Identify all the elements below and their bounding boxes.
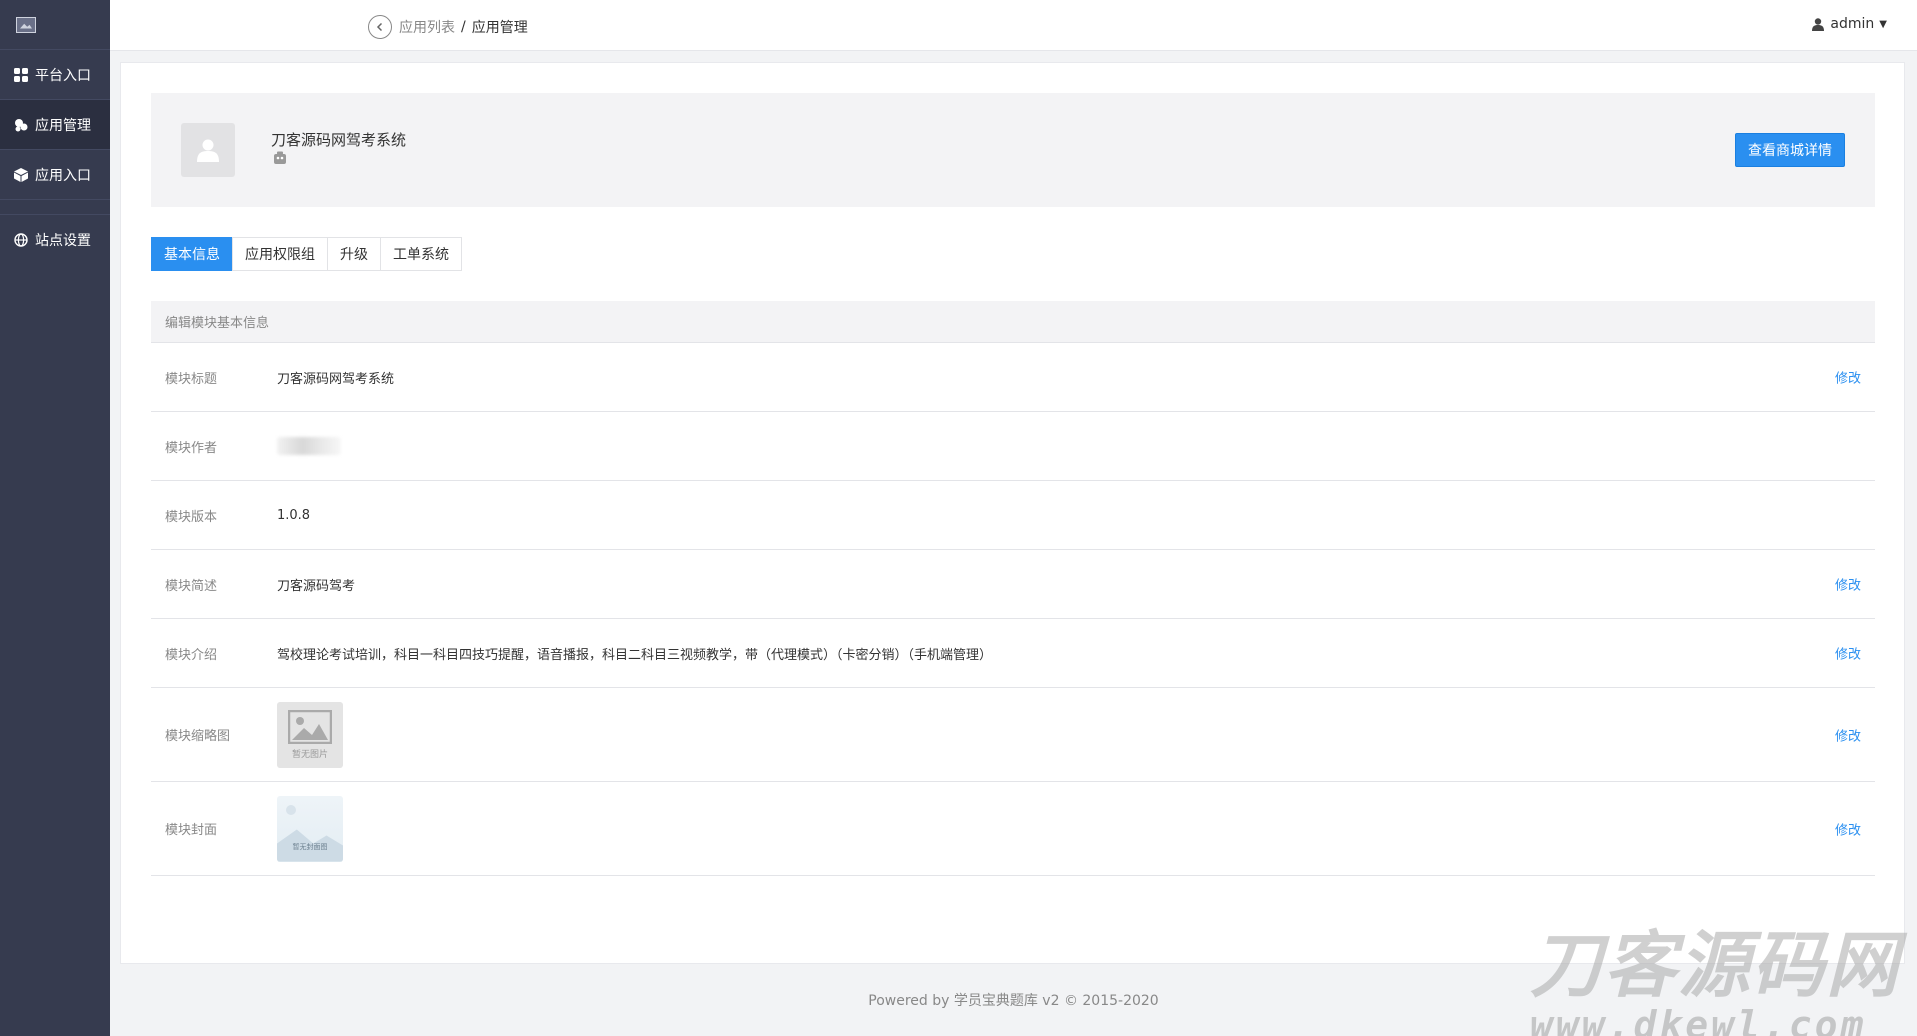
user-menu[interactable]: admin ▼ [1812, 16, 1887, 32]
page-scrollbar[interactable] [1905, 51, 1917, 1036]
edit-cover-link[interactable]: 修改 [1835, 819, 1861, 838]
row-value: 暂无封面图 [277, 795, 343, 862]
chevron-left-circle-icon[interactable] [368, 15, 392, 39]
table-row: 模块缩略图 暂无图片 修改 [151, 688, 1875, 782]
row-label: 模块简述 [165, 578, 218, 594]
user-placeholder-icon [197, 139, 219, 162]
app-name: 刀客源码网驾考系统 [271, 131, 407, 149]
edit-thumbnail-link[interactable]: 修改 [1835, 725, 1861, 744]
app-avatar [181, 123, 235, 177]
table-row: 模块简述 刀客源码驾考 修改 [151, 550, 1875, 619]
row-value: 1.0.8 [277, 507, 311, 523]
row-value: 暂无图片 [277, 701, 343, 768]
sidebar: 平台入口 应用管理 应用入口 站点设置 [0, 0, 110, 1036]
sidebar-divider [0, 200, 110, 215]
module-info-table: 编辑模块基本信息 模块标题 刀客源码网驾考系统 修改 模块作者 模块版本 1.0… [151, 301, 1875, 876]
breadcrumb-current: 应用管理 [471, 20, 528, 36]
tab-ticket-system[interactable]: 工单系统 [380, 237, 462, 271]
thumbnail-text: 暂无图片 [291, 749, 328, 760]
row-label: 模块封面 [165, 823, 218, 838]
tab-upgrade[interactable]: 升级 [327, 237, 381, 271]
tab-basic-info[interactable]: 基本信息 [151, 237, 233, 271]
cubes-icon [13, 117, 29, 133]
app-type-icon [273, 151, 287, 169]
redacted-author [277, 437, 341, 455]
edit-title-link[interactable]: 修改 [1835, 368, 1861, 387]
sidebar-item-label: 平台入口 [35, 67, 91, 84]
table-row: 模块版本 1.0.8 [151, 481, 1875, 550]
row-label: 模块版本 [165, 509, 218, 525]
cover-placeholder: 暂无封面图 [277, 795, 343, 862]
sidebar-item-label: 站点设置 [35, 233, 91, 249]
grid-icon [13, 67, 29, 83]
edit-intro-link[interactable]: 修改 [1835, 644, 1861, 663]
cover-text: 暂无封面图 [292, 842, 328, 851]
globe-icon [13, 232, 29, 248]
thumbnail-placeholder: 暂无图片 [277, 701, 343, 768]
caret-down-icon: ▼ [1879, 18, 1887, 30]
breadcrumb: 应用列表 / 应用管理 [368, 15, 528, 39]
row-value: 驾校理论考试培训，科目一科目四技巧提醒，语音播报，科目二科目三视频教学，带（代理… [277, 647, 993, 663]
row-label: 模块标题 [165, 371, 218, 387]
cube-icon [13, 167, 29, 183]
sidebar-item-app-manage[interactable]: 应用管理 [0, 100, 110, 150]
edit-summary-link[interactable]: 修改 [1835, 575, 1861, 594]
row-label: 模块缩略图 [165, 729, 231, 744]
table-row: 模块标题 刀客源码网驾考系统 修改 [151, 343, 1875, 412]
app-header: 刀客源码网驾考系统 查看商城详情 [151, 93, 1875, 207]
image-icon [16, 16, 36, 33]
user-icon [1812, 17, 1825, 31]
footer: Powered by 学员宝典题库 v2 © 2015-2020 [868, 993, 1159, 1009]
user-name: admin [1830, 16, 1875, 32]
tab-bar: 基本信息 应用权限组 升级 工单系统 [151, 237, 462, 271]
sidebar-item-label: 应用入口 [35, 167, 91, 184]
breadcrumb-app-list[interactable]: 应用列表 [399, 17, 455, 37]
sidebar-item-app-entry[interactable]: 应用入口 [0, 150, 110, 200]
table-row: 模块介绍 驾校理论考试培训，科目一科目四技巧提醒，语音播报，科目二科目三视频教学… [151, 619, 1875, 688]
row-value: 刀客源码驾考 [277, 578, 356, 594]
tab-permission-groups[interactable]: 应用权限组 [232, 237, 328, 271]
table-header: 编辑模块基本信息 [151, 301, 1875, 343]
row-label: 模块作者 [165, 440, 218, 456]
sun-shape [286, 804, 296, 815]
table-row: 模块封面 暂无封面图 修改 [151, 782, 1875, 876]
main-panel: 刀客源码网驾考系统 查看商城详情 基本信息 应用权限组 升级 工单系统 编辑模块… [120, 62, 1905, 964]
topbar: 应用列表 / 应用管理 admin ▼ [110, 0, 1917, 51]
row-label: 模块介绍 [165, 647, 218, 663]
breadcrumb-separator: / [461, 19, 466, 35]
image-icon [288, 709, 332, 744]
sidebar-item-label: 应用管理 [35, 117, 91, 134]
row-value [277, 437, 341, 455]
row-value: 刀客源码网驾考系统 [277, 371, 395, 387]
sidebar-logo[interactable] [0, 0, 110, 50]
sidebar-item-platform[interactable]: 平台入口 [0, 50, 110, 100]
table-row: 模块作者 [151, 412, 1875, 481]
view-mall-details-button[interactable]: 查看商城详情 [1735, 133, 1845, 167]
sidebar-item-site-settings[interactable]: 站点设置 [0, 215, 110, 265]
